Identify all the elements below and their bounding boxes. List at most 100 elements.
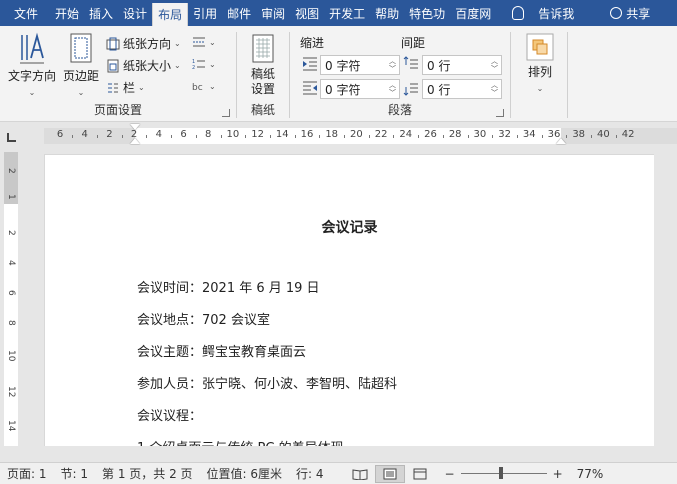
chevron-down-icon: ⌄ <box>209 81 216 91</box>
print-layout-icon[interactable] <box>374 464 405 483</box>
paragraph-launcher-icon[interactable] <box>496 109 504 117</box>
ruler-tick <box>615 135 617 138</box>
zoom-slider-thumb[interactable] <box>498 467 503 479</box>
ruler-tick <box>344 135 346 138</box>
hyphenation-button[interactable]: bc ⌄ <box>192 79 216 94</box>
margins-button[interactable]: 页边距 ⌄ <box>60 32 102 98</box>
ruler-tick <box>418 135 420 138</box>
vertical-scrollbar[interactable] <box>654 150 677 446</box>
lightbulb-icon <box>512 6 525 20</box>
tab-layout[interactable]: 布局 <box>152 3 189 26</box>
zoom-level[interactable]: 77% <box>577 467 604 481</box>
columns-label: 栏 <box>123 81 136 95</box>
indent-right-icon <box>303 81 317 95</box>
spacing-after-input[interactable]: 0 行 ︿ ﹀ <box>422 79 502 99</box>
doc-paragraph: 会议地点：702 会议室 <box>137 313 270 328</box>
tab-mailings[interactable]: 邮件 <box>222 0 256 26</box>
size-button[interactable]: 纸张大小 ⌄ <box>106 57 181 74</box>
chevron-down-icon: ⌄ <box>174 61 181 70</box>
status-section[interactable]: 节: 1 <box>54 465 96 482</box>
vertical-ruler-number: 4 <box>6 260 16 266</box>
text-direction-icon <box>20 32 44 64</box>
ruler-number: 14 <box>275 129 289 140</box>
tab-references[interactable]: 引用 <box>188 0 222 26</box>
status-position[interactable]: 位置值: 6厘米 <box>200 465 290 482</box>
spacing-before-value: 0 行 <box>427 58 451 73</box>
zoom-out-icon[interactable]: − <box>445 467 455 481</box>
spinner-arrows-icon[interactable]: ︿ ﹀ <box>389 81 396 97</box>
page-setup-launcher-icon[interactable] <box>222 109 230 117</box>
first-line-indent-marker[interactable] <box>130 124 140 130</box>
tab-insert[interactable]: 插入 <box>84 0 118 26</box>
line-numbers-button[interactable]: 12 ⌄ <box>192 57 216 71</box>
group-manuscript: 稿纸 设置 稿纸 <box>237 26 289 122</box>
vertical-ruler-number: 14 <box>6 420 16 432</box>
document-area[interactable]: 会议记录 会议时间：2021 年 6 月 19 日 会议地点：702 会议室 会… <box>22 150 677 446</box>
indent-right-input[interactable]: 0 字符 ︿ ﹀ <box>320 79 400 99</box>
read-mode-icon[interactable] <box>345 465 375 483</box>
text-direction-button[interactable]: 文字方向 ⌄ <box>6 32 58 98</box>
vertical-ruler[interactable]: 2 1 2 4 6 8 10 12 14 <box>4 152 18 446</box>
web-layout-icon[interactable] <box>405 465 435 483</box>
tab-help[interactable]: 帮助 <box>370 0 404 26</box>
margins-label: 页边距 <box>62 69 99 83</box>
ruler-number: 4 <box>81 129 88 140</box>
orientation-label: 纸张方向 <box>123 37 172 51</box>
status-line[interactable]: 行: 4 <box>289 465 331 482</box>
ruler-number: 30 <box>473 129 487 140</box>
arrange-button[interactable]: 排列 ⌄ <box>519 32 561 94</box>
tab-review[interactable]: 审阅 <box>256 0 290 26</box>
ruler-tick <box>121 135 123 138</box>
tab-features[interactable]: 特色功 <box>404 0 450 26</box>
size-label: 纸张大小 <box>123 59 172 73</box>
group-divider <box>567 32 568 118</box>
document-page[interactable]: 会议记录 会议时间：2021 年 6 月 19 日 会议地点：702 会议室 会… <box>44 154 655 446</box>
ruler-number: 10 <box>226 129 240 140</box>
zoom-slider[interactable] <box>460 467 547 479</box>
columns-button[interactable]: 栏 ⌄ <box>106 79 145 96</box>
columns-icon <box>106 81 120 95</box>
tab-design[interactable]: 设计 <box>118 0 152 26</box>
zoom-in-icon[interactable]: + <box>553 467 563 481</box>
spacing-after-value: 0 行 <box>427 82 451 97</box>
vertical-ruler-number: 2 <box>6 230 16 236</box>
tab-view[interactable]: 视图 <box>290 0 324 26</box>
spinner-arrows-icon[interactable]: ︿ ﹀ <box>389 57 396 73</box>
breaks-button[interactable]: ⌄ <box>192 35 216 49</box>
tab-developer[interactable]: 开发工 <box>324 0 370 26</box>
orientation-button[interactable]: 纸张方向 ⌄ <box>106 35 181 52</box>
ruler-tick <box>171 135 173 138</box>
manuscript-settings-button[interactable]: 稿纸 设置 <box>243 34 283 97</box>
manuscript-settings-line2: 设置 <box>250 82 275 96</box>
manuscript-grid-icon <box>252 34 274 63</box>
share-button[interactable]: 共享 <box>582 0 660 26</box>
status-page[interactable]: 页面: 1 <box>0 465 54 482</box>
ruler-number: 12 <box>251 129 264 140</box>
hanging-indent-marker[interactable] <box>130 138 140 144</box>
ruler-number: 24 <box>399 129 413 140</box>
horizontal-ruler[interactable]: 6 4 2 2 4 6 8 10 12 14 16 18 20 22 24 26 28 30 32 34 36 38 40 4… <box>44 124 677 144</box>
vertical-ruler-number: 8 <box>6 320 16 326</box>
ruler-number: 22 <box>374 129 388 140</box>
indent-left-input[interactable]: 0 字符 ︿ ﹀ <box>320 55 400 75</box>
ruler-tick <box>516 135 518 138</box>
tell-me-label: 告诉我 <box>538 6 575 21</box>
ruler-number: 16 <box>300 129 314 140</box>
tell-me-box[interactable]: 告诉我 <box>504 0 582 26</box>
ruler-number: 26 <box>424 129 437 140</box>
tab-baidu-netdisk[interactable]: 百度网 <box>450 0 496 26</box>
tab-file[interactable]: 文件 <box>0 0 50 26</box>
spinner-arrows-icon[interactable]: ︿ ﹀ <box>491 81 498 97</box>
right-indent-marker[interactable] <box>556 138 566 144</box>
vertical-ruler-number: 2 <box>6 168 16 174</box>
ruler-tick <box>319 135 321 138</box>
spacing-before-icon <box>403 56 418 69</box>
tab-stop-selector-icon[interactable] <box>7 133 16 142</box>
spacing-before-input[interactable]: 0 行 ︿ ﹀ <box>422 55 502 75</box>
status-page-of[interactable]: 第 1 页，共 2 页 <box>95 465 200 482</box>
doc-paragraph: 会议议程： <box>137 409 203 424</box>
ruler-text-area <box>135 128 561 144</box>
tab-home[interactable]: 开始 <box>50 0 84 26</box>
chevron-down-icon: ⌄ <box>77 88 85 97</box>
spinner-arrows-icon[interactable]: ︿ ﹀ <box>491 57 498 73</box>
